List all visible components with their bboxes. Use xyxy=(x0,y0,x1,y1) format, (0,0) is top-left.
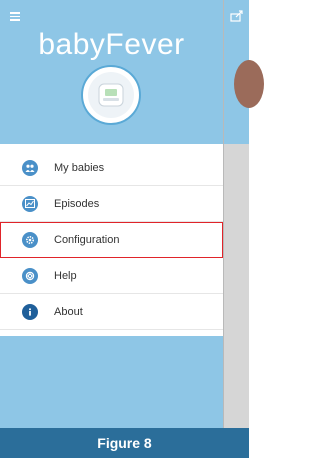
figure-caption: Figure 8 xyxy=(0,428,249,458)
menu-item-label: Episodes xyxy=(54,197,100,210)
background-photo xyxy=(234,60,264,108)
background-app xyxy=(224,0,264,458)
menu-item-label: My babies xyxy=(54,161,105,174)
menu-item-label: About xyxy=(54,305,83,318)
menu-item-my-babies[interactable]: My babies xyxy=(0,150,223,186)
menu-item-label: Help xyxy=(54,269,77,282)
chart-icon xyxy=(22,195,38,212)
menu-item-about[interactable]: About xyxy=(0,294,223,330)
drawer-footer-area xyxy=(0,336,223,428)
app-title: babyFever xyxy=(38,28,185,61)
device-avatar[interactable] xyxy=(83,67,139,123)
thermometer-device-image xyxy=(88,72,134,118)
babies-icon xyxy=(22,159,38,176)
menu-item-episodes[interactable]: Episodes xyxy=(0,186,223,222)
lifebuoy-icon xyxy=(22,267,38,284)
menu-item-help[interactable]: Help xyxy=(0,258,223,294)
drawer-menu: My babies Episodes Configuration Help Ab… xyxy=(0,150,223,330)
gear-icon xyxy=(22,231,38,248)
hamburger-menu-icon[interactable] xyxy=(10,12,20,21)
menu-item-configuration[interactable]: Configuration xyxy=(0,222,223,258)
navigation-drawer: babyFever My babies Episodes Configurati… xyxy=(0,0,224,428)
drawer-header: babyFever xyxy=(0,0,223,144)
menu-item-label: Configuration xyxy=(54,233,120,246)
share-icon[interactable] xyxy=(230,10,244,22)
info-icon xyxy=(22,303,38,320)
